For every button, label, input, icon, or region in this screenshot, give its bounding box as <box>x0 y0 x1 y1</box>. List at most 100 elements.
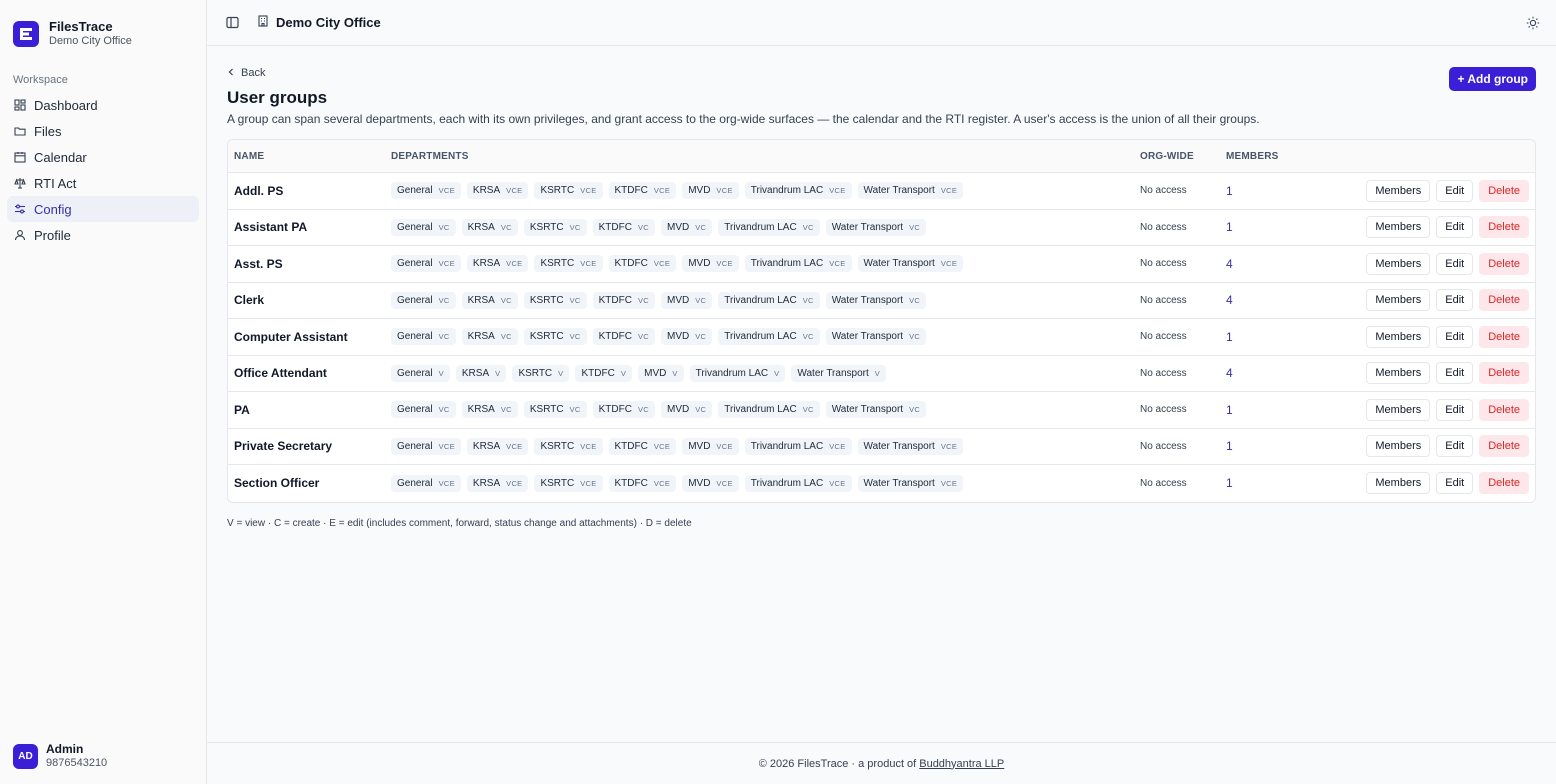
edit-button[interactable]: Edit <box>1436 472 1474 495</box>
permission-code: VC <box>438 405 450 415</box>
department-name: KRSA <box>472 477 501 489</box>
edit-button[interactable]: Edit <box>1436 325 1474 348</box>
permission-code: VC <box>909 295 921 305</box>
sidebar-toggle-icon[interactable] <box>223 14 241 32</box>
department-name: Water Transport <box>797 367 869 379</box>
sidebar-item-files[interactable]: Files <box>7 118 199 144</box>
department-chip: MVD VCE <box>682 437 739 455</box>
table-row: Section Officer General VCE KRSA VCE KSRTC VCE… <box>228 465 1535 502</box>
department-name: General <box>397 440 433 452</box>
edit-button[interactable]: Edit <box>1436 435 1474 458</box>
department-chip: MVD VCE <box>682 182 739 200</box>
department-name: MVD <box>667 404 690 416</box>
department-name: KTDFC <box>598 331 632 343</box>
department-name: KRSA <box>472 258 501 270</box>
department-name: KSRTC <box>540 258 575 270</box>
edit-button[interactable]: Edit <box>1436 289 1474 312</box>
permission-code: VC <box>637 295 649 305</box>
back-link[interactable]: Back <box>227 66 1536 80</box>
permission-code: VC <box>637 405 649 415</box>
delete-button[interactable]: Delete <box>1479 435 1529 458</box>
department-chip: Trivandrum LAC VCE <box>744 437 852 455</box>
department-name: KSRTC <box>540 185 575 197</box>
row-actions: Members Edit Delete <box>1326 252 1535 275</box>
edit-button[interactable]: Edit <box>1436 252 1474 275</box>
delete-button[interactable]: Delete <box>1479 216 1529 239</box>
department-name: Water Transport <box>863 185 935 197</box>
permission-code: VCE <box>940 186 958 196</box>
permission-code: VC <box>569 332 581 342</box>
org-wide-access: No access <box>1140 440 1187 452</box>
sidebar-item-profile[interactable]: Profile <box>7 222 199 248</box>
permission-code: VCE <box>438 441 455 451</box>
department-chip: Water Transport VC <box>825 291 927 309</box>
sidebar-item-calendar[interactable]: Calendar <box>7 144 199 170</box>
members-button[interactable]: Members <box>1366 362 1431 385</box>
sidebar-item-rti-act[interactable]: RTI Act <box>7 170 199 196</box>
edit-button[interactable]: Edit <box>1436 179 1474 202</box>
delete-button[interactable]: Delete <box>1479 289 1529 312</box>
members-button[interactable]: Members <box>1366 398 1431 421</box>
department-chip: KSRTC VC <box>523 328 587 346</box>
members-button[interactable]: Members <box>1366 472 1431 495</box>
department-name: KSRTC <box>529 221 564 233</box>
sun-icon[interactable] <box>1524 14 1542 32</box>
department-name: KRSA <box>461 367 490 379</box>
members-button[interactable]: Members <box>1366 179 1431 202</box>
permission-code: VC <box>802 295 814 305</box>
department-name: KTDFC <box>614 258 648 270</box>
sidebar-item-config[interactable]: Config <box>7 196 199 222</box>
permission-code: VC <box>637 332 649 342</box>
footer-link[interactable]: Buddhyantra LLP <box>919 758 1004 770</box>
department-chip: KTDFC VC <box>592 218 655 236</box>
edit-button[interactable]: Edit <box>1436 216 1474 239</box>
org-wide-access: No access <box>1140 367 1187 379</box>
department-name: KSRTC <box>529 331 564 343</box>
delete-button[interactable]: Delete <box>1479 252 1529 275</box>
department-name: KSRTC <box>540 477 575 489</box>
delete-button[interactable]: Delete <box>1479 398 1529 421</box>
members-button[interactable]: Members <box>1366 435 1431 458</box>
calendar-icon <box>14 151 26 163</box>
sidebar-item-label: Dashboard <box>34 97 98 113</box>
department-name: MVD <box>688 185 711 197</box>
group-name: Private Secretary <box>234 439 333 454</box>
department-name: KSRTC <box>540 440 575 452</box>
department-chip: Water Transport VCE <box>857 474 964 492</box>
department-name: Water Transport <box>863 477 935 489</box>
department-chip: KSRTC VCE <box>534 255 603 273</box>
delete-button[interactable]: Delete <box>1479 325 1529 348</box>
member-count: 1 <box>1226 402 1233 417</box>
department-name: KRSA <box>467 331 495 343</box>
add-group-button[interactable]: + Add group <box>1449 67 1536 91</box>
permission-code: VC <box>909 405 921 415</box>
edit-button[interactable]: Edit <box>1436 362 1474 385</box>
permission-code: VC <box>695 222 707 232</box>
group-name: Office Attendant <box>234 366 327 381</box>
sidebar: FilesTrace Demo City Office Workspace Da… <box>0 0 207 784</box>
department-chip: General VCE <box>391 255 461 273</box>
permissions-legend: V = view · C = create · E = edit (includ… <box>227 517 692 529</box>
members-button[interactable]: Members <box>1366 325 1431 348</box>
user-menu[interactable]: AD Admin 9876543210 <box>0 732 206 784</box>
header-name: NAME <box>234 150 265 162</box>
department-chip: KTDFC VCE <box>608 437 677 455</box>
delete-button[interactable]: Delete <box>1479 179 1529 202</box>
department-chip: KTDFC VCE <box>608 474 677 492</box>
page-description: A group can span several departments, ea… <box>227 112 1260 126</box>
members-button[interactable]: Members <box>1366 252 1431 275</box>
edit-button[interactable]: Edit <box>1436 398 1474 421</box>
brand[interactable]: FilesTrace Demo City Office <box>0 0 206 62</box>
department-chip: KSRTC VCE <box>534 474 603 492</box>
sidebar-item-dashboard[interactable]: Dashboard <box>7 92 199 118</box>
permission-code: VC <box>569 222 581 232</box>
department-name: Trivandrum LAC <box>724 331 797 343</box>
delete-button[interactable]: Delete <box>1479 472 1529 495</box>
header-members: MEMBERS <box>1226 150 1279 162</box>
members-button[interactable]: Members <box>1366 289 1431 312</box>
members-button[interactable]: Members <box>1366 216 1431 239</box>
department-name: KSRTC <box>529 294 564 306</box>
sidebar-item-label: Config <box>34 201 72 217</box>
permission-code: V <box>495 368 501 378</box>
delete-button[interactable]: Delete <box>1479 362 1529 385</box>
